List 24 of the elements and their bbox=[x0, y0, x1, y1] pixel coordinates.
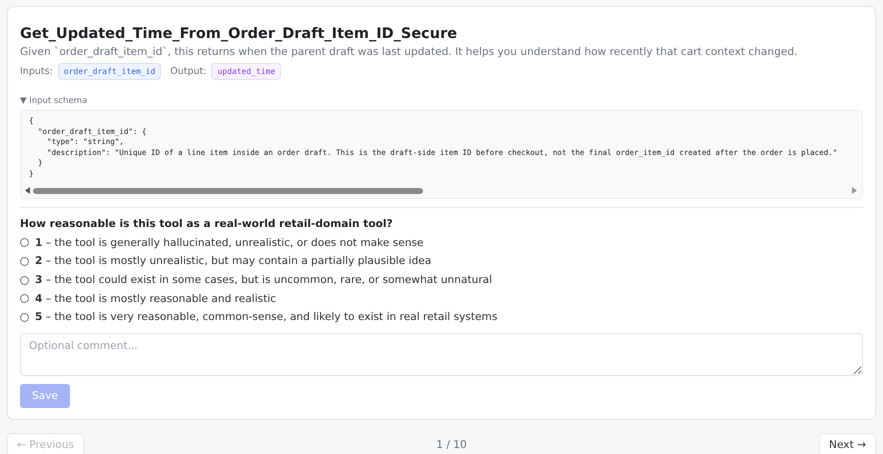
comment-field[interactable]: Optional comment... bbox=[20, 332, 863, 376]
page-position: 1 / 10 bbox=[436, 438, 467, 451]
radio-button[interactable] bbox=[20, 238, 29, 248]
rating-option-label: 4 – the tool is mostly reasonable and realistic bbox=[35, 292, 276, 305]
io-label: Inputs: bbox=[20, 66, 53, 77]
input-tag: order_draft_item_id bbox=[58, 63, 162, 80]
io-label: Output: bbox=[170, 66, 206, 77]
rating-option-label: 1 – the tool is generally hallucinated, unrealistic, or does not make sense bbox=[35, 236, 424, 249]
tool-title: Get_Updated_Time_From_Order_Draft_Item_ID_Secure bbox=[20, 26, 458, 42]
scrollbar-thumb[interactable] bbox=[33, 188, 423, 194]
tool-description: Given `order_draft_item_id`, this returns when the parent draft was last updated. It helps you understand how recently that cart context changed. bbox=[20, 46, 798, 58]
rating-option-label: 3 – the tool could exist in some cases, but is uncommon, rare, or somewhat unnatural bbox=[35, 274, 492, 286]
rating-option-label: 5 – the tool is very reasonable, common-sense, and likely to exist in real retail systems bbox=[35, 311, 498, 324]
radio-button[interactable] bbox=[20, 294, 29, 304]
radio-button[interactable] bbox=[20, 312, 29, 322]
rating-question: How reasonable is this tool as a real-world retail-domain tool? bbox=[20, 218, 394, 230]
scroll-right-icon[interactable] bbox=[852, 187, 858, 194]
radio-button[interactable] bbox=[20, 256, 29, 266]
schema-toggle[interactable]: ▼ Input schema bbox=[20, 96, 88, 106]
radio-button[interactable] bbox=[20, 276, 29, 285]
rating-option-label: 2 – the tool is mostly unrealistic, but may contain a partially plausible idea bbox=[35, 255, 432, 268]
scroll-left-icon[interactable] bbox=[25, 187, 31, 194]
output-tag: updated_time bbox=[211, 63, 282, 80]
next-button[interactable]: Next → bbox=[819, 432, 876, 454]
